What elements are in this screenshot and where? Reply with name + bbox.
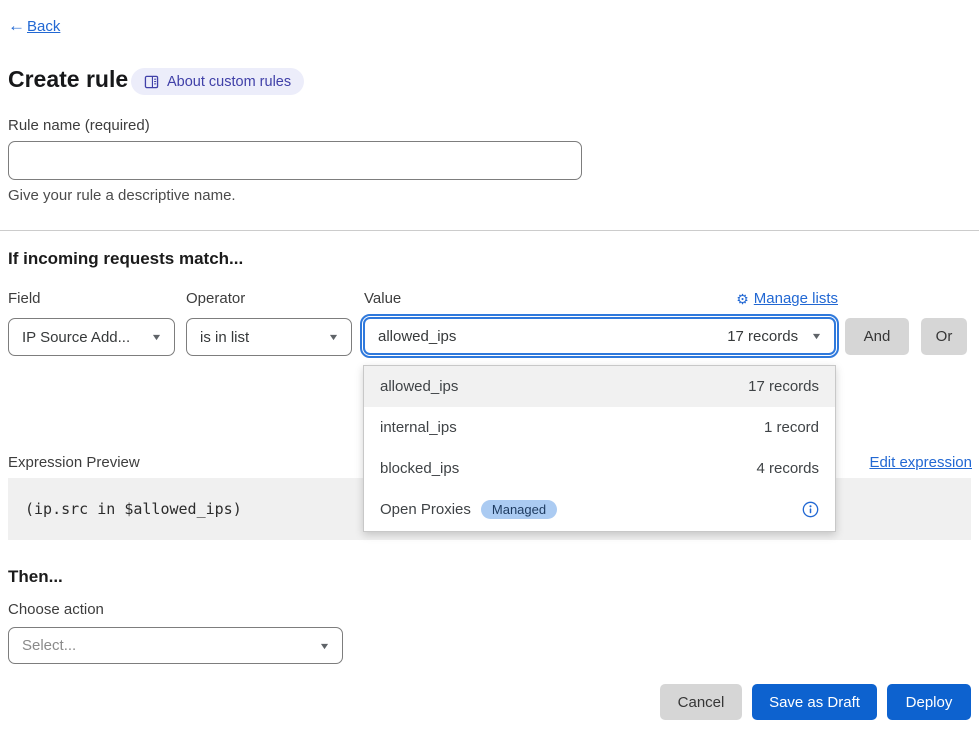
value-select-records-count: 17 records	[727, 328, 798, 345]
cancel-button[interactable]: Cancel	[660, 684, 742, 720]
expression-code: (ip.src in $allowed_ips)	[25, 500, 242, 518]
list-item-records-count: 17 records	[748, 378, 819, 395]
choose-action-label: Choose action	[8, 601, 104, 618]
list-item-records-count: 4 records	[756, 460, 819, 477]
chevron-down-icon: ▼	[328, 332, 340, 342]
back-link[interactable]: ←Back	[8, 16, 60, 36]
or-button[interactable]: Or	[921, 318, 967, 355]
edit-expression-link[interactable]: Edit expression	[869, 454, 972, 471]
back-arrow-icon: ←	[8, 16, 25, 36]
expression-preview-label: Expression Preview	[8, 454, 140, 471]
field-label: Field	[8, 290, 41, 307]
book-icon	[144, 75, 159, 89]
chevron-down-icon: ▼	[319, 641, 331, 651]
field-select[interactable]: IP Source Add... ▼	[8, 318, 175, 356]
info-icon[interactable]	[802, 501, 819, 518]
value-dropdown-panel: allowed_ips 17 records internal_ips 1 re…	[363, 365, 836, 532]
operator-select-value: is in list	[200, 329, 249, 346]
list-item-name: allowed_ips	[380, 378, 458, 395]
manage-lists-label: Manage lists	[754, 290, 838, 307]
list-item-open-proxies[interactable]: Open Proxies Managed	[364, 489, 835, 530]
about-custom-rules-label: About custom rules	[167, 74, 291, 90]
page-title: Create rule	[8, 66, 128, 93]
list-item-records-count: 1 record	[764, 419, 819, 436]
list-item-name: internal_ips	[380, 419, 457, 436]
list-item-name: blocked_ips	[380, 460, 459, 477]
match-section-heading: If incoming requests match...	[8, 249, 243, 269]
rule-name-label: Rule name (required)	[8, 117, 150, 134]
action-select[interactable]: Select... ▼	[8, 627, 343, 664]
operator-label: Operator	[186, 290, 245, 307]
operator-select[interactable]: is in list ▼	[186, 318, 352, 356]
action-select-placeholder: Select...	[22, 637, 76, 654]
rule-name-input[interactable]	[8, 141, 582, 180]
back-link-label: Back	[27, 18, 60, 35]
value-select[interactable]: allowed_ips 17 records ▼	[363, 317, 836, 355]
deploy-button[interactable]: Deploy	[887, 684, 971, 720]
gear-icon: ⚙	[736, 292, 749, 306]
list-item-name: Open Proxies	[380, 501, 471, 518]
manage-lists-link[interactable]: ⚙ Manage lists	[730, 290, 838, 307]
list-item-blocked-ips[interactable]: blocked_ips 4 records	[364, 448, 835, 489]
field-select-value: IP Source Add...	[22, 329, 130, 346]
chevron-down-icon: ▼	[151, 332, 163, 342]
section-divider	[0, 230, 979, 231]
rule-name-helper-text: Give your rule a descriptive name.	[8, 187, 236, 204]
about-custom-rules-link[interactable]: About custom rules	[131, 68, 304, 95]
managed-badge: Managed	[481, 500, 557, 519]
list-item-allowed-ips[interactable]: allowed_ips 17 records	[364, 366, 835, 407]
value-label: Value	[364, 290, 401, 307]
save-as-draft-button[interactable]: Save as Draft	[752, 684, 877, 720]
list-item-internal-ips[interactable]: internal_ips 1 record	[364, 407, 835, 448]
value-select-value: allowed_ips	[378, 328, 456, 345]
and-button[interactable]: And	[845, 318, 909, 355]
chevron-down-icon: ▼	[811, 331, 823, 341]
then-section-heading: Then...	[8, 567, 63, 587]
